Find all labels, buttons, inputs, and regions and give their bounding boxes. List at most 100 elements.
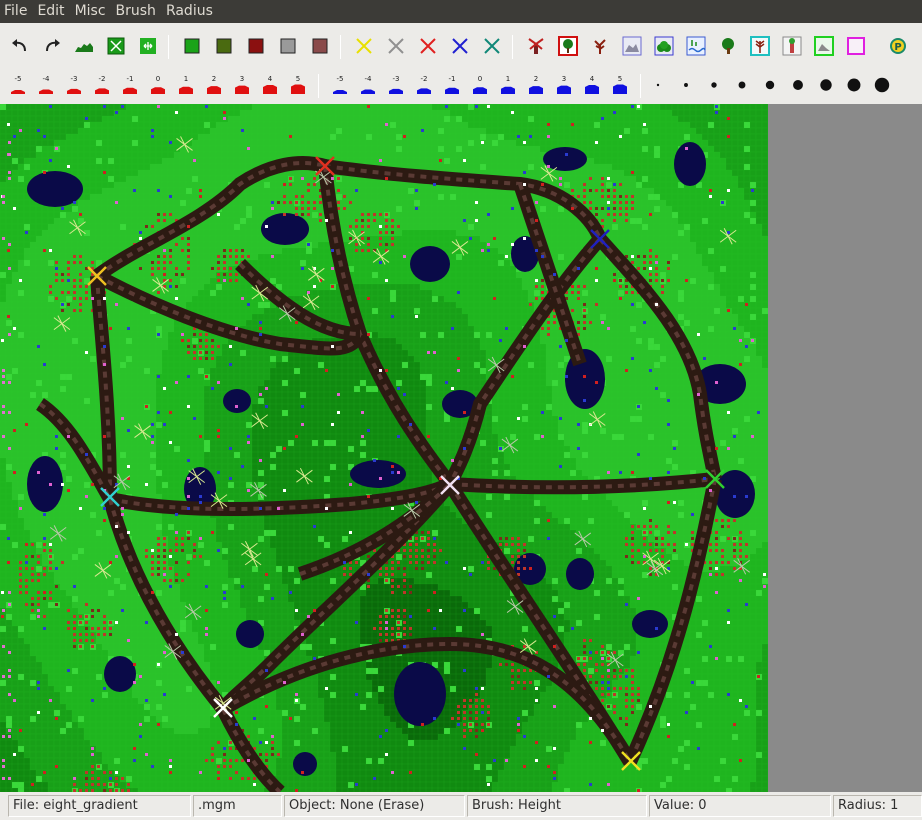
brush-blue-1-button[interactable]: -4 <box>356 72 380 98</box>
marker-red-button[interactable] <box>416 34 440 58</box>
object-green-rock-button[interactable] <box>812 34 836 58</box>
swatch-olive-button[interactable] <box>212 34 236 58</box>
radius-dot-icon <box>847 78 861 92</box>
main-toolbar: P <box>0 25 922 67</box>
object-rock-button[interactable] <box>620 34 644 58</box>
brush-blue-0-icon: -5 <box>333 75 347 94</box>
radius-4-button[interactable] <box>730 73 754 97</box>
map-canvas-area[interactable] <box>0 104 922 792</box>
brush-value-label: -5 <box>337 75 344 83</box>
radius-dot-icon <box>874 77 890 93</box>
brush-red-1-button[interactable]: -4 <box>34 72 58 98</box>
swatch-gray-button[interactable] <box>276 34 300 58</box>
object-bush-button[interactable] <box>652 34 676 58</box>
brush-blue-3-button[interactable]: -2 <box>412 72 436 98</box>
radius-3-button[interactable] <box>702 73 726 97</box>
menu-edit[interactable]: Edit <box>32 0 69 23</box>
brush-red-4-icon: -1 <box>123 75 137 94</box>
brush-blue-9-button[interactable]: 4 <box>580 72 604 98</box>
brush-blue-4-button[interactable]: -1 <box>440 72 464 98</box>
radius-dot-icon <box>711 82 717 88</box>
brush-blue-7-icon: 2 <box>529 75 543 94</box>
brush-blue-5-button[interactable]: 0 <box>468 72 492 98</box>
brush-red-0-button[interactable]: -5 <box>6 72 30 98</box>
menu-brush[interactable]: Brush <box>111 0 161 23</box>
radius-1-button[interactable] <box>646 73 670 97</box>
radius-2-button[interactable] <box>674 73 698 97</box>
brush-blue-6-button[interactable]: 1 <box>496 72 520 98</box>
red-tree-icon <box>558 36 578 56</box>
marker-blue-button[interactable] <box>448 34 472 58</box>
object-tall-plant-button[interactable] <box>780 34 804 58</box>
cyan-plant-icon <box>750 36 770 56</box>
oak-tree-icon <box>722 38 734 54</box>
object-oak-tree-button[interactable] <box>716 34 740 58</box>
parking-icon: P <box>890 38 906 54</box>
brush-red-3-button[interactable]: -2 <box>90 72 114 98</box>
brush-red-4-button[interactable]: -1 <box>118 72 142 98</box>
magenta-frame-icon <box>847 37 865 55</box>
marker-teal-button[interactable] <box>480 34 504 58</box>
menu-misc[interactable]: Misc <box>70 0 111 23</box>
swatch-darkred-button[interactable] <box>244 34 268 58</box>
toolbar-separator <box>168 35 169 59</box>
parking-button[interactable]: P <box>886 34 910 58</box>
brush-red-8-button[interactable]: 3 <box>230 72 254 98</box>
smooth-button[interactable] <box>136 34 160 58</box>
brush-blue-10-button[interactable]: 5 <box>608 72 632 98</box>
radius-dot-icon <box>684 83 688 87</box>
cross-teal-icon <box>484 38 500 54</box>
radius-7-button[interactable] <box>814 73 838 97</box>
toolbar-separator <box>512 35 513 59</box>
brush-blue-8-icon: 3 <box>557 75 571 94</box>
bush-icon <box>654 36 674 56</box>
swatch-green-button[interactable] <box>180 34 204 58</box>
redo-button[interactable] <box>40 34 64 58</box>
random-fill-button[interactable] <box>104 34 128 58</box>
brush-value-label: -4 <box>43 75 51 83</box>
object-windmill-button[interactable] <box>524 34 548 58</box>
toolbar-separator <box>318 74 319 98</box>
terrain-map-canvas[interactable] <box>0 104 768 792</box>
smooth-icon <box>140 38 156 54</box>
random-fill-icon <box>107 37 125 55</box>
radius-dot-icon <box>793 80 803 90</box>
brush-red-7-button[interactable]: 2 <box>202 72 226 98</box>
brush-value-label: 1 <box>506 75 510 83</box>
brush-red-10-button[interactable]: 5 <box>286 72 310 98</box>
object-cyan-plant-button[interactable] <box>748 34 772 58</box>
undo-button[interactable] <box>8 34 32 58</box>
brush-blue-7-button[interactable]: 2 <box>524 72 548 98</box>
object-water-button[interactable] <box>684 34 708 58</box>
brush-blue-8-button[interactable]: 3 <box>552 72 576 98</box>
object-dead-tree-button[interactable] <box>588 34 612 58</box>
brush-red-10-icon: 5 <box>291 75 305 94</box>
object-red-tree-button[interactable] <box>556 34 580 58</box>
swatch-olive-icon <box>216 38 232 54</box>
radius-8-button[interactable] <box>842 73 866 97</box>
radius-9-button[interactable] <box>870 73 894 97</box>
terrain-map[interactable] <box>0 104 768 792</box>
brush-red-5-button[interactable]: 0 <box>146 72 170 98</box>
brush-red-6-button[interactable]: 1 <box>174 72 198 98</box>
brush-value-label: -5 <box>15 75 22 83</box>
marker-yellow-button[interactable] <box>352 34 376 58</box>
swatch-brown-button[interactable] <box>308 34 332 58</box>
brush-value-label: -2 <box>99 75 106 83</box>
brush-red-9-button[interactable]: 4 <box>258 72 282 98</box>
raise-terrain-button[interactable] <box>72 34 96 58</box>
object-magenta-frame-button[interactable] <box>844 34 868 58</box>
brush-blue-2-button[interactable]: -3 <box>384 72 408 98</box>
brush-blue-0-button[interactable]: -5 <box>328 72 352 98</box>
brush-red-5-icon: 0 <box>151 75 165 94</box>
brush-red-6-icon: 1 <box>179 75 193 94</box>
brush-blue-3-icon: -2 <box>417 75 431 94</box>
status-value: Value: 0 <box>649 795 831 817</box>
brush-red-2-button[interactable]: -3 <box>62 72 86 98</box>
menu-file[interactable]: File <box>0 0 32 23</box>
radius-5-button[interactable] <box>758 73 782 97</box>
menu-radius[interactable]: Radius <box>161 0 218 23</box>
rock-icon <box>622 36 642 56</box>
marker-gray-button[interactable] <box>384 34 408 58</box>
radius-6-button[interactable] <box>786 73 810 97</box>
